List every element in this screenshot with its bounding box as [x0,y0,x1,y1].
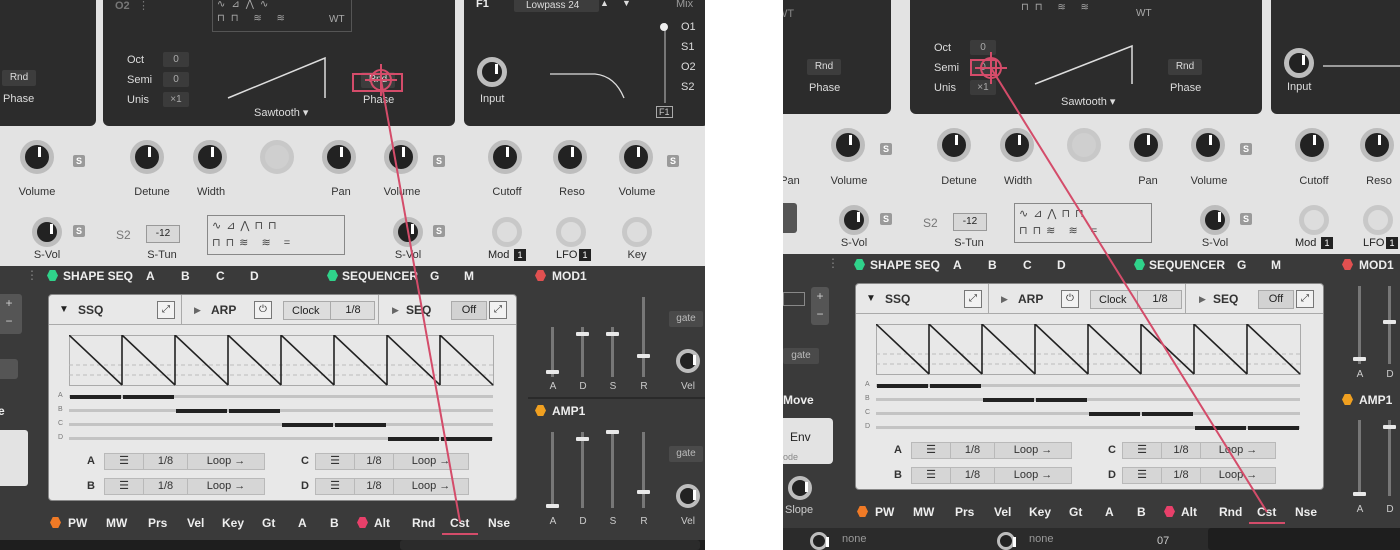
cursor-trail [975,52,1268,513]
right-screenshot-panel: WT ⊓⊓ ≋ ≋ WT Oct Semi Unis 0 0 ×1 Sawtoo… [783,0,1400,550]
left-screenshot-panel: O2 ⋮ ∿⊿⋀∿ ⊓⊓ ≋ ≋ WT Oct Semi Unis 0 0 ×1… [0,0,705,550]
cursor-trail [365,64,461,523]
